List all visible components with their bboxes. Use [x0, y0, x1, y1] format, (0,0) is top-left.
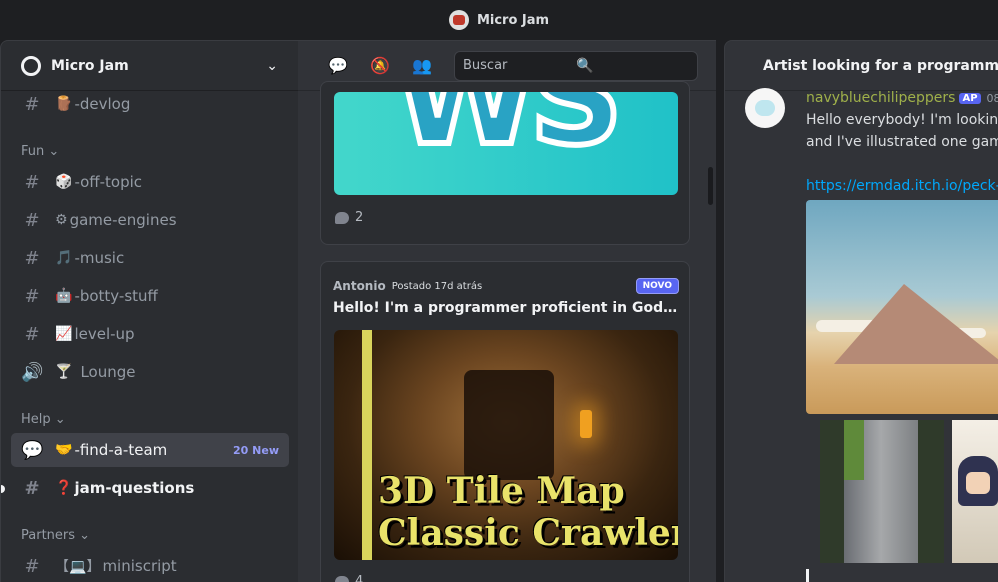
new-tag: NOVO	[635, 278, 679, 294]
channel-label: -music	[74, 249, 125, 267]
thread-title: Artist looking for a programmer!	[763, 57, 998, 74]
title-bar: Micro Jam	[0, 0, 998, 40]
post-author: Antonio	[333, 279, 386, 293]
thread-panel: Artist looking for a programmer! navyblu…	[724, 40, 998, 582]
channel-botty-stuff[interactable]: # 🤖 -botty-stuff	[11, 279, 289, 313]
post-thumbnail: WS	[334, 92, 678, 195]
new-posts-badge: 20 New	[233, 443, 279, 457]
scrollbar-thumb[interactable]	[708, 167, 713, 205]
channel-sidebar: Micro Jam ⌄ # 🪵 -devlog Fun ⌄ # 🎲 -off-t…	[0, 40, 298, 582]
art-moss	[844, 420, 864, 480]
hashtag-icon: #	[24, 247, 40, 269]
chevron-down-icon: ⌄	[54, 412, 66, 427]
threads-icon[interactable]: 💬	[328, 56, 348, 76]
engine-icon: ⚙	[55, 212, 68, 228]
channel-lounge[interactable]: 🔊 🍸 Lounge	[11, 355, 289, 389]
members-icon[interactable]: 👥	[412, 56, 432, 76]
channel-music[interactable]: # 🎵 -music	[11, 241, 289, 275]
channel-label: miniscript	[102, 557, 177, 575]
server-icon	[448, 10, 469, 30]
comment-icon	[335, 575, 349, 582]
hashtag-icon: #	[24, 323, 40, 345]
channel-label: -find-a-team	[74, 441, 168, 459]
channel-jam-questions[interactable]: # ❓ jam-questions	[11, 471, 289, 505]
chevron-down-icon: ⌄	[266, 57, 278, 74]
message-link[interactable]: https://ermdad.itch.io/peck-	[806, 178, 998, 194]
art-mountain	[834, 284, 998, 364]
channel-label: Lounge	[80, 363, 136, 381]
message-text: Hello everybody! I'm looking	[806, 112, 998, 128]
server-settings-icon	[21, 55, 41, 76]
search-icon: 🔍	[576, 57, 594, 74]
search-placeholder: Buscar	[463, 58, 508, 73]
channel-off-topic[interactable]: # 🎲 -off-topic	[11, 165, 289, 199]
channel-miniscript[interactable]: # 【💻】 miniscript	[11, 549, 289, 582]
channel-label: -botty-stuff	[74, 287, 158, 305]
hashtag-icon: #	[24, 555, 40, 577]
hashtag-icon: #	[24, 285, 40, 307]
user-tag: AP	[959, 92, 981, 104]
post-thumbnail: 3D Tile Map Classic Crawler	[334, 330, 678, 560]
channel-find-a-team[interactable]: 💬 🤝 -find-a-team 20 New	[11, 433, 289, 467]
post-time: Postado 17d atrás	[391, 280, 483, 292]
forum-post-card[interactable]: WS 2	[320, 81, 690, 245]
message-timestamp: 08	[986, 91, 998, 105]
bell-slash-icon[interactable]: 🔕	[370, 56, 390, 76]
forum-panel: 💬 🔕 👥 Buscar 🔍 WS 2 Antonio Postado 17d …	[298, 40, 716, 582]
forum-post-card[interactable]: Antonio Postado 17d atrás NOVO Hello! I'…	[320, 261, 690, 582]
art-face	[966, 472, 990, 494]
search-input[interactable]: Buscar 🔍	[454, 50, 698, 81]
channel-level-up[interactable]: # 📈 level-up	[11, 317, 289, 351]
chevron-down-icon: ⌄	[79, 528, 91, 543]
message-text: and I've illustrated one game	[806, 134, 998, 150]
channel-game-engines[interactable]: # ⚙ game-engines	[11, 203, 289, 237]
hashtag-icon: #	[24, 209, 40, 231]
thumbnail-text: 3D Tile Map	[378, 470, 625, 512]
comment-count: 2	[335, 210, 363, 225]
post-title: Hello! I'm a programmer proficient in Go…	[333, 300, 679, 316]
category-partners[interactable]: Partners ⌄	[21, 528, 90, 543]
thumbnail-tunnel	[464, 370, 554, 480]
channel-label: jam-questions	[74, 479, 195, 497]
category-help[interactable]: Help ⌄	[21, 412, 66, 427]
comment-count: 4	[335, 574, 363, 582]
forum-icon: 💬	[21, 439, 44, 461]
speaker-icon: 🔊	[21, 361, 44, 383]
thumbnail-stripe	[362, 330, 372, 560]
message-header: navybluechilipeppers AP 08	[806, 90, 998, 106]
channel-label: -off-topic	[74, 173, 143, 191]
server-header[interactable]: Micro Jam ⌄	[1, 41, 298, 91]
comment-icon	[335, 211, 349, 224]
hashtag-icon: #	[24, 477, 40, 499]
server-name: Micro Jam	[51, 57, 129, 74]
attachment-image[interactable]	[806, 200, 998, 414]
thumbnail-torch	[580, 410, 592, 438]
window-title: Micro Jam	[476, 12, 550, 28]
username[interactable]: navybluechilipeppers	[806, 90, 955, 106]
channel-label: level-up	[74, 325, 135, 343]
thumbnail-text: Classic Crawler	[378, 512, 678, 554]
unread-indicator	[1, 485, 5, 493]
channel-label: -devlog	[74, 95, 131, 113]
avatar[interactable]	[745, 88, 785, 128]
post-meta: Antonio Postado 17d atrás NOVO	[333, 278, 679, 294]
attachment-image[interactable]	[952, 420, 998, 563]
attachment-image[interactable]	[820, 420, 944, 563]
hashtag-icon: #	[24, 171, 40, 193]
thread-header: Artist looking for a programmer!	[725, 41, 998, 91]
thumbnail-art: WS	[391, 92, 626, 177]
channel-label: game-engines	[69, 211, 177, 229]
hashtag-icon: #	[24, 93, 40, 115]
category-fun[interactable]: Fun ⌄	[21, 144, 59, 159]
chevron-down-icon: ⌄	[48, 144, 60, 159]
reply-bar	[806, 569, 809, 582]
channel-devlog[interactable]: # 🪵 -devlog	[11, 87, 289, 121]
